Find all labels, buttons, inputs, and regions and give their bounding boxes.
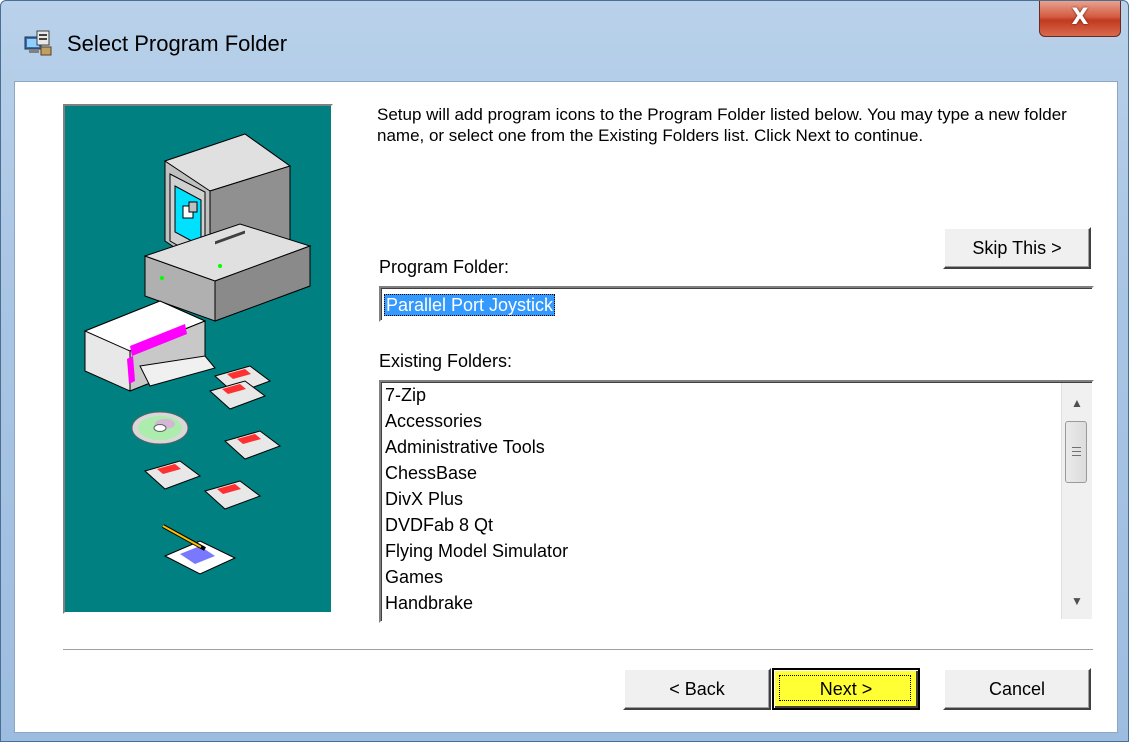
computer-and-disks-illustration bbox=[83, 133, 312, 575]
program-folder-label: Program Folder: bbox=[379, 257, 510, 277]
list-item[interactable]: Games bbox=[385, 564, 443, 590]
cancel-button[interactable]: Cancel bbox=[943, 668, 1091, 710]
list-item[interactable]: Flying Model Simulator bbox=[385, 538, 568, 564]
back-button[interactable]: < Back bbox=[623, 668, 771, 710]
next-button-label: Next > bbox=[819, 678, 873, 699]
instructions-text: Setup will add program icons to the Prog… bbox=[377, 105, 1067, 145]
vertical-scrollbar[interactable]: ▲ ▼ bbox=[1061, 383, 1092, 619]
scrollbar-thumb[interactable] bbox=[1065, 421, 1087, 483]
setup-illustration-panel bbox=[63, 104, 333, 614]
close-button[interactable]: X bbox=[1039, 1, 1121, 37]
close-icon: X bbox=[1071, 5, 1089, 30]
list-item[interactable]: Accessories bbox=[385, 408, 482, 434]
button-separator bbox=[63, 649, 1093, 651]
program-folder-value: Parallel Port Joystick bbox=[384, 294, 556, 316]
setup-dialog-window: Select Program Folder X Setup will add p… bbox=[0, 0, 1129, 742]
notepad-pencil-icon bbox=[162, 524, 237, 575]
scroll-up-arrow-icon[interactable]: ▲ bbox=[1062, 391, 1092, 415]
next-button[interactable]: Next > bbox=[772, 668, 920, 710]
list-item[interactable]: Administrative Tools bbox=[385, 434, 545, 460]
window-title: Select Program Folder bbox=[67, 31, 288, 56]
program-folder-input[interactable]: Parallel Port Joystick bbox=[379, 286, 1094, 322]
existing-folders-list[interactable]: 7-Zip Accessories Administrative Tools C… bbox=[379, 380, 1094, 623]
list-item[interactable]: 7-Zip bbox=[385, 382, 426, 408]
list-item[interactable]: DVDFab 8 Qt bbox=[385, 512, 493, 538]
cd-disc-icon bbox=[131, 411, 189, 445]
list-item[interactable]: Handbrake bbox=[385, 590, 473, 616]
existing-folders-label: Existing Folders: bbox=[379, 351, 513, 371]
installer-icon bbox=[24, 30, 52, 56]
dialog-client-area: Setup will add program icons to the Prog… bbox=[14, 81, 1118, 733]
skip-this-button[interactable]: Skip This > bbox=[943, 227, 1091, 269]
title-bar[interactable]: Select Program Folder X bbox=[1, 1, 1128, 83]
list-item[interactable]: ChessBase bbox=[385, 460, 477, 486]
scroll-down-arrow-icon[interactable]: ▼ bbox=[1062, 589, 1092, 613]
list-item[interactable]: DivX Plus bbox=[385, 486, 463, 512]
